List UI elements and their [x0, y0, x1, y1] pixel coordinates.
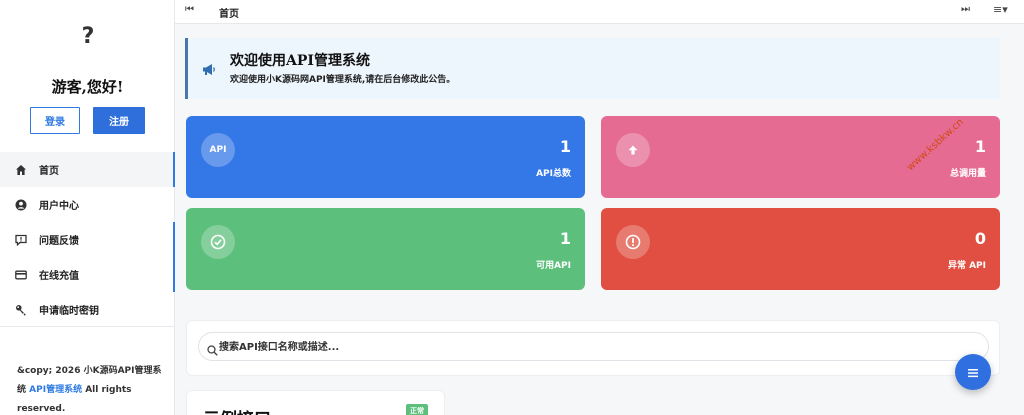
- sidebar-item-label: 在线充值: [39, 271, 79, 282]
- avatar: ?: [81, 24, 95, 49]
- stat-label: 异常 API: [947, 261, 986, 271]
- footer-link[interactable]: API管理系统: [29, 385, 82, 395]
- status-badge: 正常: [406, 404, 428, 415]
- search-panel: [186, 320, 1000, 376]
- announcement-text: 欢迎使用小K源码网API管理系统,请在后台修改此公告。: [230, 75, 456, 85]
- divider: [0, 326, 175, 327]
- megaphone-icon: [202, 61, 217, 80]
- stat-label: 总调用量: [949, 169, 986, 179]
- sidebar-nav: 首页 用户中心 问题反馈 在线充值 申请临时密钥: [0, 152, 175, 327]
- stat-value: 1: [559, 229, 571, 248]
- sidebar-footer: &copy; 2026 小K源码API管理系统 API管理系统 All righ…: [17, 362, 162, 415]
- check-circle-icon: [201, 225, 235, 259]
- top-tab-bar: ⏮ 首页 ⏭ ≡▾: [175, 0, 1024, 24]
- feedback-icon: [15, 234, 27, 246]
- menu-icon: [967, 363, 979, 382]
- credit-card-icon: [15, 269, 27, 281]
- tab-home[interactable]: 首页: [219, 5, 239, 20]
- first-tab-icon[interactable]: ⏮: [185, 4, 194, 15]
- stat-card-total-calls: 1 总调用量: [601, 116, 1000, 198]
- sidebar-item-recharge[interactable]: 在线充值: [0, 257, 175, 292]
- tab-menu-icon[interactable]: ≡▾: [993, 3, 1008, 16]
- stat-label: 可用API: [536, 261, 571, 271]
- stat-value: 1: [974, 137, 986, 156]
- api-card[interactable]: 示例接口 正常: [186, 390, 445, 415]
- sidebar-item-user-center[interactable]: 用户中心: [0, 187, 175, 222]
- sidebar-item-label: 问题反馈: [39, 236, 79, 247]
- register-button[interactable]: 注册: [93, 107, 145, 134]
- greeting: 游客,您好!: [51, 78, 124, 96]
- sidebar: ? 游客,您好! 登录 注册 首页 用户中心 问题反馈 在线充值 申请临时密钥 …: [0, 0, 175, 415]
- home-icon: [15, 164, 27, 176]
- sidebar-item-label: 首页: [39, 166, 59, 177]
- announcement-title: 欢迎使用API管理系统: [230, 53, 370, 69]
- announcement-banner: 欢迎使用API管理系统 欢迎使用小K源码网API管理系统,请在后台修改此公告。: [185, 38, 1000, 99]
- sidebar-item-feedback[interactable]: 问题反馈: [0, 222, 175, 257]
- last-tab-icon[interactable]: ⏭: [961, 4, 970, 15]
- user-circle-icon: [15, 199, 27, 211]
- stat-value: 1: [559, 137, 571, 156]
- login-button[interactable]: 登录: [30, 107, 80, 134]
- search-input[interactable]: [219, 337, 959, 357]
- arrow-up-icon: [616, 133, 650, 167]
- sidebar-item-label: 用户中心: [39, 201, 79, 212]
- stat-card-abnormal: 0 异常 API: [601, 208, 1000, 290]
- sidebar-item-temp-key[interactable]: 申请临时密钥: [0, 292, 175, 327]
- stat-value: 0: [974, 229, 986, 248]
- api-card-title: 示例接口: [203, 405, 271, 415]
- stat-card-api-total: API 1 API总数: [186, 116, 585, 198]
- floating-menu-button[interactable]: [955, 354, 991, 390]
- key-icon: [15, 304, 27, 316]
- search-icon: [207, 341, 218, 360]
- stat-card-available: 1 可用API: [186, 208, 585, 290]
- stat-label: API总数: [536, 169, 571, 179]
- api-badge-icon: API: [201, 133, 235, 167]
- search-box: [198, 332, 989, 361]
- exclamation-circle-icon: [616, 225, 650, 259]
- sidebar-item-home[interactable]: 首页: [0, 152, 175, 187]
- sidebar-item-label: 申请临时密钥: [39, 306, 99, 317]
